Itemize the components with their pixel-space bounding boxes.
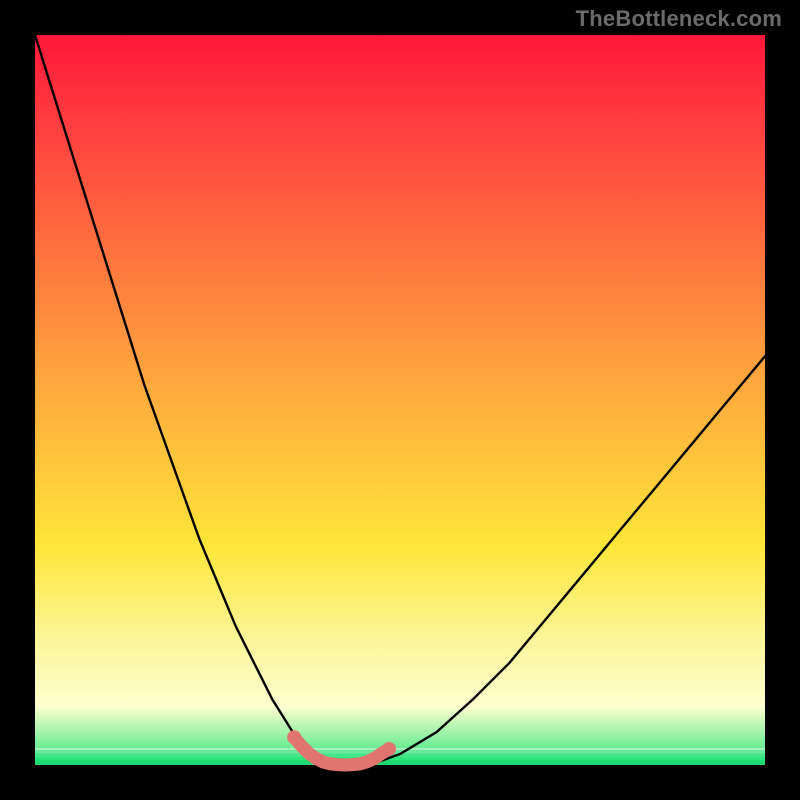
watermark-text: TheBottleneck.com (576, 6, 782, 32)
gradient-background (35, 35, 765, 765)
optimal-zone-start-dot (287, 730, 301, 744)
chart-frame: TheBottleneck.com (0, 0, 800, 800)
chart-svg (0, 0, 800, 800)
optimal-zone-end-dot (382, 742, 396, 756)
plot-area (35, 35, 765, 765)
